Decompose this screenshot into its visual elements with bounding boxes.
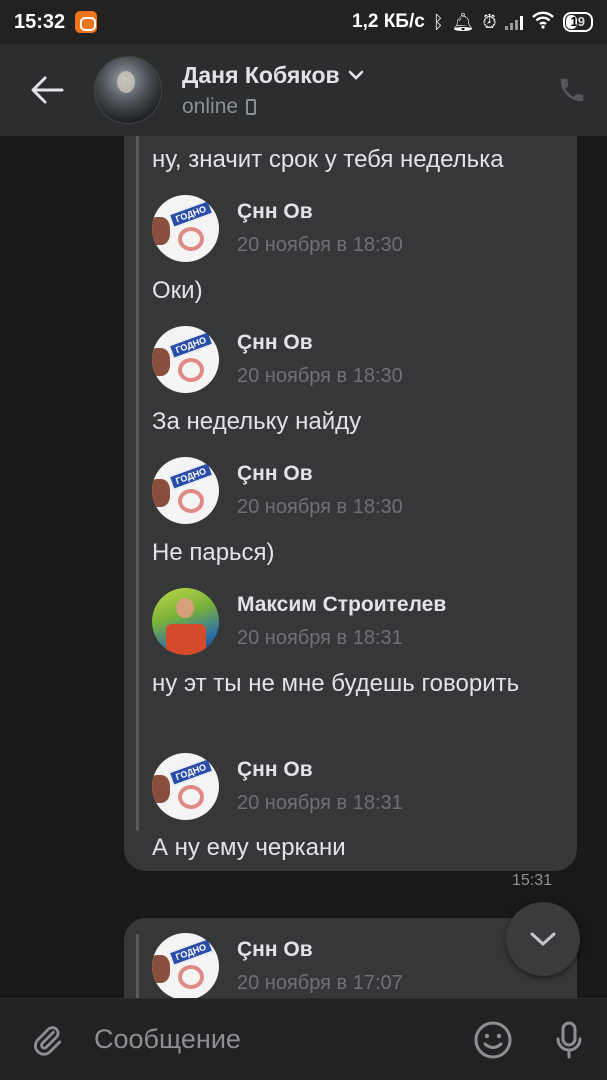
chevron-down-icon <box>530 932 556 946</box>
chat-header: Даня Кобяков online <box>0 44 607 136</box>
forwarded-sender[interactable]: ГОДНО Çнн Ов 20 ноября в 18:30 <box>152 325 403 393</box>
sender-date: 20 ноября в 18:31 <box>237 791 403 814</box>
sender-name: Максим Строителев <box>237 592 447 616</box>
back-button[interactable] <box>0 44 94 136</box>
contact-avatar[interactable] <box>94 56 162 124</box>
message-text: За недельку найду <box>152 408 362 435</box>
message-list[interactable]: ну, значит срок у тебя неделька ГОДНО Çн… <box>0 136 607 998</box>
forwarded-sender[interactable]: ГОДНО Çнн Ов 20 ноября в 18:31 <box>152 752 403 820</box>
sender-avatar[interactable]: ГОДНО <box>152 325 219 393</box>
forwarded-line <box>136 136 139 831</box>
contact-name: Даня Кобяков <box>182 61 340 88</box>
forwarded-sender[interactable]: ГОДНО Çнн Ов 20 ноября в 18:30 <box>152 456 403 524</box>
attach-button[interactable] <box>0 999 94 1080</box>
sender-avatar[interactable]: ГОДНО <box>152 194 219 262</box>
message-input[interactable] <box>94 1009 455 1070</box>
sender-avatar[interactable]: ГОДНО <box>152 932 219 998</box>
emoji-button[interactable] <box>455 999 531 1080</box>
message-text: А ну ему черкани <box>152 834 346 861</box>
contact-info[interactable]: Даня Кобяков online <box>182 62 364 119</box>
sender-date: 20 ноября в 18:30 <box>237 364 403 387</box>
wifi-icon <box>531 11 555 34</box>
smile-icon <box>474 1021 512 1058</box>
message-text: ну, значит срок у тебя неделька <box>152 146 504 173</box>
voice-message-button[interactable] <box>531 999 607 1080</box>
message-text: Не парься) <box>152 539 275 566</box>
battery-icon: 19 <box>562 12 593 32</box>
sender-date: 20 ноября в 18:31 <box>237 626 403 649</box>
message-bubble[interactable]: ну, значит срок у тебя неделька ГОДНО Çн… <box>124 136 577 871</box>
sender-name: Çнн Ов <box>237 937 313 961</box>
notification-app-icon <box>75 11 98 33</box>
signal-icon <box>504 14 523 30</box>
sender-name: Çнн Ов <box>237 330 313 354</box>
phone-icon <box>560 78 584 102</box>
call-button[interactable] <box>537 55 607 125</box>
sender-avatar[interactable] <box>152 587 219 655</box>
status-time: 15:32 <box>14 10 66 33</box>
chevron-down-icon <box>348 70 363 80</box>
alarm-icon: ⏰︎ <box>482 11 497 32</box>
forwarded-line <box>136 934 139 998</box>
forwarded-sender[interactable]: ГОДНО Çнн Ов 20 ноября в 17:07 <box>152 932 403 998</box>
sender-date: 20 ноября в 17:07 <box>237 971 403 994</box>
message-text: Оки) <box>152 277 203 304</box>
message-time: 15:31 <box>512 872 553 889</box>
sender-name: Çнн Ов <box>237 199 313 223</box>
contact-status: online <box>182 94 239 118</box>
bluetooth-icon: ᛒ <box>432 11 444 32</box>
sender-date: 20 ноября в 18:30 <box>237 233 403 256</box>
sender-name: Çнн Ов <box>237 757 313 781</box>
network-speed: 1,2 КБ/с <box>352 11 425 32</box>
status-bar: 15:32 1,2 КБ/с ᛒ 🔔︎ ⏰︎ 19 <box>0 0 607 44</box>
sender-avatar[interactable]: ГОДНО <box>152 752 219 820</box>
forwarded-sender[interactable]: ГОДНО Çнн Ов 20 ноября в 18:30 <box>152 194 403 262</box>
back-arrow-icon <box>31 76 64 104</box>
sender-avatar[interactable]: ГОДНО <box>152 456 219 524</box>
scroll-to-bottom-button[interactable] <box>506 902 580 976</box>
paperclip-icon <box>34 1025 62 1056</box>
sender-date: 20 ноября в 18:30 <box>237 495 403 518</box>
microphone-icon <box>556 1021 582 1058</box>
mobile-device-icon <box>246 98 257 115</box>
forwarded-sender[interactable]: Максим Строителев 20 ноября в 18:31 <box>152 587 446 655</box>
sender-name: Çнн Ов <box>237 461 313 485</box>
message-text: ну эт ты не мне будешь говорить <box>152 670 520 697</box>
message-composer <box>0 998 607 1080</box>
bell-muted-icon: 🔔︎ <box>451 11 475 32</box>
